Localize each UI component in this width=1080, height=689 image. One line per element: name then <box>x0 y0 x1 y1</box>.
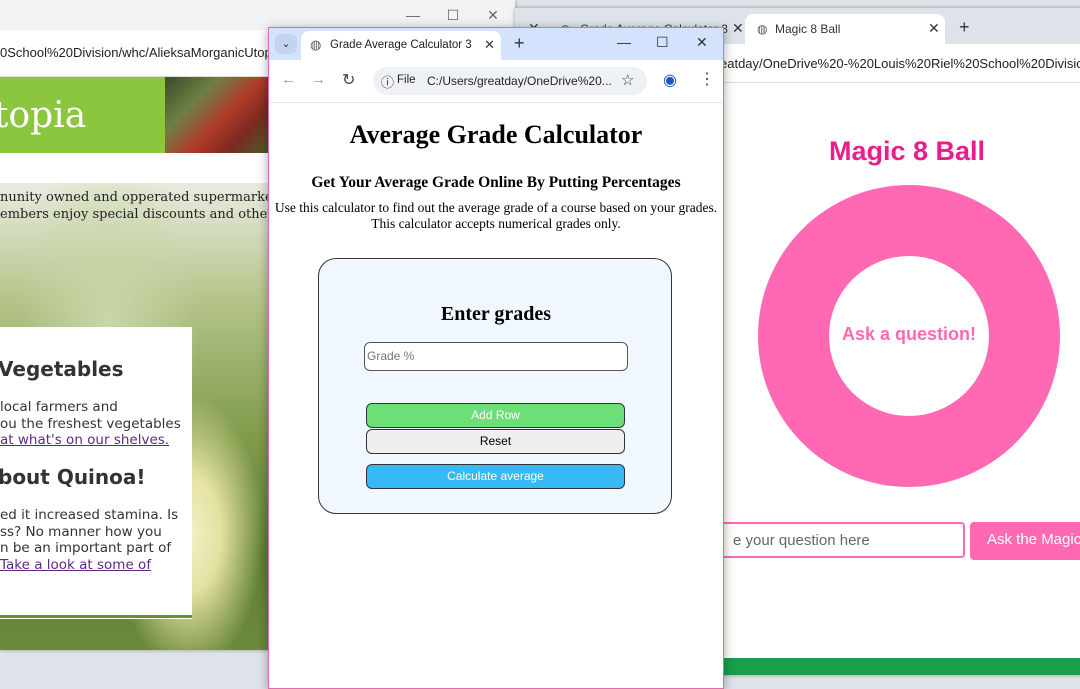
menu-kebab-icon[interactable]: ⋮ <box>699 69 715 89</box>
text-line: ss? No manner how you <box>0 523 162 540</box>
info-icon[interactable]: ⓘ <box>381 72 394 91</box>
back-arrow-icon[interactable]: ← <box>281 71 296 88</box>
close-icon[interactable]: ✕ <box>478 4 508 26</box>
enter-grades-heading: Enter grades <box>440 303 552 325</box>
banner-spacer <box>0 153 270 183</box>
new-tab-plus-icon[interactable]: + <box>514 33 525 54</box>
ask-magic-8-ball-button[interactable]: Ask the Magic 8 <box>970 522 1080 560</box>
add-row-button[interactable]: Add Row <box>366 403 625 428</box>
grades-card: Enter grades Grade % Add Row Reset Calcu… <box>318 258 672 514</box>
center-address-bar: ← → ↻ ⓘ File C:/Users/greatday/OneDrive%… <box>269 60 723 103</box>
minimize-icon[interactable]: — <box>617 34 631 50</box>
page-subtitle: Get Your Average Grade Online By Putting… <box>311 174 681 191</box>
center-url[interactable]: C:/Users/greatday/OneDrive%20... <box>427 74 612 88</box>
close-icon[interactable]: ✕ <box>696 34 708 51</box>
intro-text: nunity owned and opperated supermarket a… <box>0 189 296 223</box>
section-title-quinoa: bout Quinoa! <box>0 465 146 489</box>
profile-icon[interactable]: ◉ <box>663 70 677 90</box>
plus-icon: + <box>959 17 970 37</box>
tab-close-icon[interactable]: ✕ <box>928 20 940 37</box>
file-scheme-label: File <box>397 74 416 86</box>
banner-logo-text: topia <box>0 95 87 136</box>
magic-8-ball-title: Magic 8 Ball <box>829 136 986 166</box>
text-line: ed it increased stamina. Is <box>0 507 179 523</box>
left-url[interactable]: 0School%20Division/whc/AlieksaMorganicUt… <box>0 45 288 60</box>
minimize-icon[interactable]: — <box>398 4 428 26</box>
section-divider <box>0 615 192 618</box>
forward-arrow-icon[interactable]: → <box>311 71 326 88</box>
site-banner: topia <box>0 77 165 153</box>
globe-icon: ◍ <box>757 22 768 36</box>
omnibox[interactable]: ⓘ File C:/Users/greatday/OneDrive%20... … <box>373 67 647 95</box>
section-quinoa-text: ed it increased stamina. Is ss? No manne… <box>0 507 178 573</box>
tab-close-icon[interactable]: ✕ <box>484 37 495 53</box>
new-tab-button[interactable]: + <box>957 14 977 44</box>
vegetables-banner-image <box>165 77 270 153</box>
grade-percent-input[interactable]: Grade % <box>364 342 628 371</box>
intro-line: embers enjoy special discounts and other… <box>0 207 294 222</box>
green-footer-strip <box>720 658 1080 675</box>
center-titlebar: ⌄ ◍ Grade Average Calculator 3 ✕ + — ☐ ✕ <box>269 28 723 60</box>
bookmark-star-icon[interactable]: ☆ <box>621 71 634 89</box>
description-line: Use this calculator to find out the aver… <box>274 200 718 215</box>
tab-grade-average-calculator-active[interactable]: ◍ Grade Average Calculator 3 ✕ <box>301 31 501 60</box>
text-line: n be an important part of <box>0 540 172 556</box>
tab-magic-8-ball[interactable]: ◍ Magic 8 Ball ✕ <box>745 14 945 44</box>
tab-close-icon[interactable]: ✕ <box>732 20 744 37</box>
maximize-icon[interactable]: ☐ <box>438 4 468 26</box>
quinoa-link[interactable]: Take a look at some of <box>0 557 151 573</box>
shelves-link[interactable]: at what's on our shelves. <box>0 432 169 448</box>
text-line: ou the freshest vegetables <box>0 415 181 432</box>
tab-label: Grade Average Calculator 3 <box>330 39 472 51</box>
description-line: This calculator accepts numerical grades… <box>371 215 621 231</box>
content-card: Vegetables local farmers and ou the fres… <box>0 327 192 619</box>
left-titlebar: — ☐ ✕ <box>0 0 515 30</box>
reset-button[interactable]: Reset <box>366 429 625 454</box>
ball-answer-text: Ask a question! <box>841 324 977 344</box>
intro-line: nunity owned and opperated supermarket a… <box>0 190 296 205</box>
text-line: local farmers and <box>0 399 118 415</box>
globe-icon: ◍ <box>310 37 322 52</box>
page-title: Average Grade Calculator <box>349 120 643 149</box>
tab-label: Magic 8 Ball <box>775 22 841 36</box>
calculate-average-button[interactable]: Calculate average <box>366 464 625 489</box>
right-url[interactable]: eatday/OneDrive%20-%20Louis%20Riel%20Sch… <box>720 56 1080 71</box>
section-title-vegetables: Vegetables <box>0 357 124 381</box>
section-vegetables-text: local farmers and ou the freshest vegeta… <box>0 399 181 449</box>
grade-calculator-window: ⌄ ◍ Grade Average Calculator 3 ✕ + — ☐ ✕… <box>268 27 724 689</box>
maximize-icon[interactable]: ☐ <box>656 34 669 51</box>
magic-8-ball-window-center: Ask a question! <box>829 256 989 416</box>
tab-search-chevron-icon[interactable]: ⌄ <box>275 34 297 54</box>
grade-calculator-page: Average Grade Calculator Get Your Averag… <box>269 103 723 688</box>
magic-8-ball[interactable]: Ask a question! <box>758 185 1060 487</box>
page-description: Use this calculator to find out the aver… <box>269 200 723 231</box>
reload-icon[interactable]: ↻ <box>342 70 355 90</box>
